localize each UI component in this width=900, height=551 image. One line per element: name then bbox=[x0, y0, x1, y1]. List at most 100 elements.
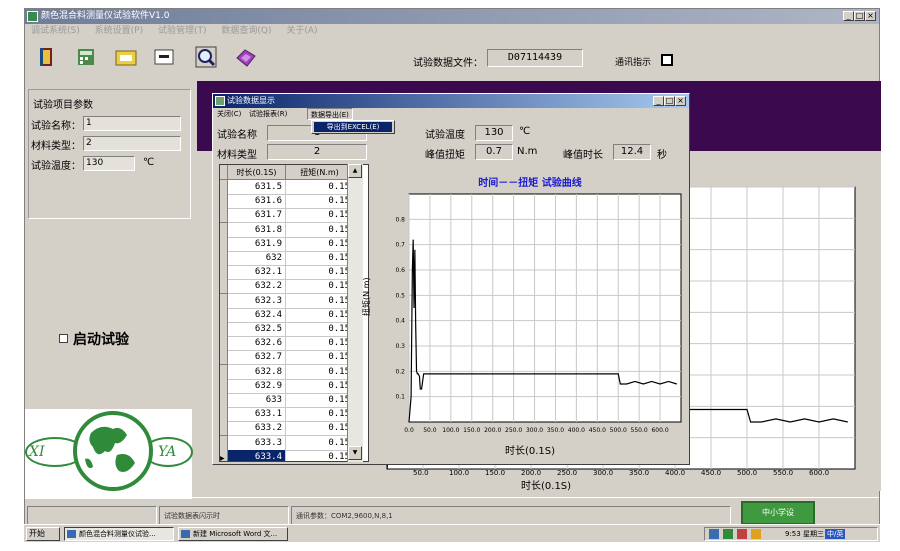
table-cell-torque[interactable]: 0.15 bbox=[286, 393, 354, 408]
table-cell-torque[interactable]: 0.15 bbox=[286, 279, 354, 295]
table-cell-torque[interactable]: 0.15 bbox=[286, 251, 354, 266]
row-selector[interactable] bbox=[220, 393, 228, 408]
minimize-button[interactable]: _ bbox=[843, 11, 854, 21]
start-test-label[interactable]: 启动试验 bbox=[73, 329, 129, 349]
book-icon[interactable] bbox=[35, 46, 57, 68]
table-cell-torque[interactable]: 0.15 bbox=[286, 350, 354, 366]
tray-volume-icon[interactable] bbox=[751, 529, 761, 539]
disk-icon[interactable] bbox=[235, 46, 257, 68]
table-cell-time[interactable]: 632.2 bbox=[228, 279, 286, 295]
row-selector[interactable] bbox=[220, 307, 228, 323]
row-selector[interactable] bbox=[220, 435, 228, 451]
row-selector[interactable] bbox=[220, 208, 228, 224]
material-type-field[interactable]: 2 bbox=[83, 136, 181, 151]
tray-app-icon[interactable] bbox=[723, 529, 733, 539]
data-card-icon[interactable] bbox=[153, 46, 175, 68]
calculator-icon[interactable] bbox=[75, 46, 97, 68]
menu-debug[interactable]: 调试系统(S) bbox=[25, 24, 86, 39]
table-cell-torque[interactable]: 0.15 bbox=[286, 293, 354, 309]
table-cell-torque[interactable]: 0.15 bbox=[286, 208, 354, 224]
table-cell-time[interactable]: 632.3 bbox=[228, 293, 286, 309]
table-cell-torque[interactable]: 0.15 bbox=[286, 435, 354, 451]
menu-query[interactable]: 数据查询(Q) bbox=[215, 24, 277, 39]
tray-network-icon[interactable] bbox=[709, 529, 719, 539]
table-cell-time[interactable]: 632.1 bbox=[228, 265, 286, 281]
row-selector[interactable] bbox=[220, 378, 228, 394]
comm-indicator-checkbox[interactable] bbox=[661, 54, 673, 66]
table-cell-time[interactable]: 633.3 bbox=[228, 435, 286, 451]
table-cell-time[interactable]: 632.6 bbox=[228, 336, 286, 352]
tray-ime[interactable]: 中/英 bbox=[825, 529, 846, 539]
dialog-menu-report[interactable]: 试验报表(R) bbox=[249, 108, 287, 120]
scroll-down-arrow[interactable]: ▼ bbox=[348, 446, 362, 460]
table-cell-torque[interactable]: 0.15 bbox=[286, 364, 354, 380]
test-name-field[interactable]: 1 bbox=[83, 116, 181, 131]
magnifier-icon[interactable] bbox=[195, 46, 217, 68]
table-cell-time[interactable]: 633.2 bbox=[228, 421, 286, 437]
row-selector[interactable] bbox=[220, 336, 228, 352]
row-selector[interactable] bbox=[220, 194, 228, 210]
row-selector[interactable] bbox=[220, 350, 228, 366]
table-cell-torque[interactable]: 0.15 bbox=[286, 194, 354, 210]
table-cell-time[interactable]: 631.9 bbox=[228, 236, 286, 252]
export-excel-item[interactable]: 导出到EXCEL(E) bbox=[314, 122, 392, 132]
row-selector[interactable] bbox=[220, 279, 228, 295]
table-header-time[interactable]: 时长(0.1S) bbox=[228, 165, 286, 180]
row-selector[interactable]: ▶ bbox=[220, 449, 228, 461]
row-selector[interactable] bbox=[220, 293, 228, 309]
table-cell-time[interactable]: 632.8 bbox=[228, 364, 286, 380]
settings-card-icon[interactable] bbox=[115, 46, 137, 68]
dialog-close-button[interactable]: × bbox=[675, 96, 686, 106]
table-cell-torque[interactable]: 0.15 bbox=[286, 449, 354, 461]
table-cell-time[interactable]: 632.4 bbox=[228, 307, 286, 323]
menu-test[interactable]: 试验管理(T) bbox=[152, 24, 213, 39]
row-selector[interactable] bbox=[220, 251, 228, 266]
maximize-button[interactable]: □ bbox=[854, 11, 865, 21]
row-selector[interactable] bbox=[220, 180, 228, 195]
table-cell-torque[interactable]: 0.15 bbox=[286, 336, 354, 352]
brand-button[interactable]: 中小学设 bbox=[741, 501, 815, 525]
menu-about[interactable]: 关于(A) bbox=[280, 24, 323, 39]
taskbar-item-app[interactable]: 颜色混合料测量仪试验... bbox=[64, 527, 174, 541]
table-cell-torque[interactable]: 0.15 bbox=[286, 378, 354, 394]
scroll-up-arrow[interactable]: ▲ bbox=[348, 164, 362, 178]
table-cell-torque[interactable]: 0.15 bbox=[286, 265, 354, 281]
row-selector[interactable] bbox=[220, 421, 228, 437]
table-cell-time[interactable]: 632.7 bbox=[228, 350, 286, 366]
table-cell-time[interactable]: 631.8 bbox=[228, 222, 286, 238]
table-cell-time[interactable]: 631.7 bbox=[228, 208, 286, 224]
table-cell-torque[interactable]: 0.15 bbox=[286, 307, 354, 323]
table-cell-time[interactable]: 633.4 bbox=[228, 449, 286, 461]
table-cell-torque[interactable]: 0.15 bbox=[286, 407, 354, 423]
table-header-torque[interactable]: 扭矩(N.m) bbox=[286, 165, 354, 180]
table-cell-torque[interactable]: 0.15 bbox=[286, 180, 354, 195]
table-cell-time[interactable]: 632 bbox=[228, 251, 286, 266]
taskbar-item-word[interactable]: 新建 Microsoft Word 文... bbox=[178, 527, 288, 541]
row-selector[interactable] bbox=[220, 322, 228, 337]
row-selector[interactable] bbox=[220, 265, 228, 281]
table-cell-time[interactable]: 632.9 bbox=[228, 378, 286, 394]
row-selector[interactable] bbox=[220, 222, 228, 238]
start-button[interactable]: 开始 bbox=[26, 527, 60, 541]
close-button[interactable]: × bbox=[865, 11, 876, 21]
row-selector[interactable] bbox=[220, 364, 228, 380]
table-cell-time[interactable]: 631.6 bbox=[228, 194, 286, 210]
table-cell-torque[interactable]: 0.15 bbox=[286, 236, 354, 252]
dialog-menu-export[interactable]: 数据导出(E) bbox=[307, 108, 353, 120]
table-cell-torque[interactable]: 0.15 bbox=[286, 322, 354, 337]
start-test-checkbox[interactable] bbox=[59, 334, 68, 343]
row-selector[interactable] bbox=[220, 236, 228, 252]
tray-clock[interactable]: 9:53 星期三 bbox=[785, 528, 824, 540]
table-cell-time[interactable]: 633 bbox=[228, 393, 286, 408]
row-selector[interactable] bbox=[220, 407, 228, 423]
test-temp-field[interactable]: 130 bbox=[83, 156, 135, 171]
dialog-menu-close[interactable]: 关闭(C) bbox=[217, 108, 241, 120]
dialog-maximize-button[interactable]: □ bbox=[664, 96, 675, 106]
tray-security-icon[interactable] bbox=[737, 529, 747, 539]
dialog-minimize-button[interactable]: _ bbox=[653, 96, 664, 106]
table-cell-time[interactable]: 633.1 bbox=[228, 407, 286, 423]
table-cell-torque[interactable]: 0.15 bbox=[286, 222, 354, 238]
table-cell-time[interactable]: 632.5 bbox=[228, 322, 286, 337]
table-cell-torque[interactable]: 0.15 bbox=[286, 421, 354, 437]
table-cell-time[interactable]: 631.5 bbox=[228, 180, 286, 195]
